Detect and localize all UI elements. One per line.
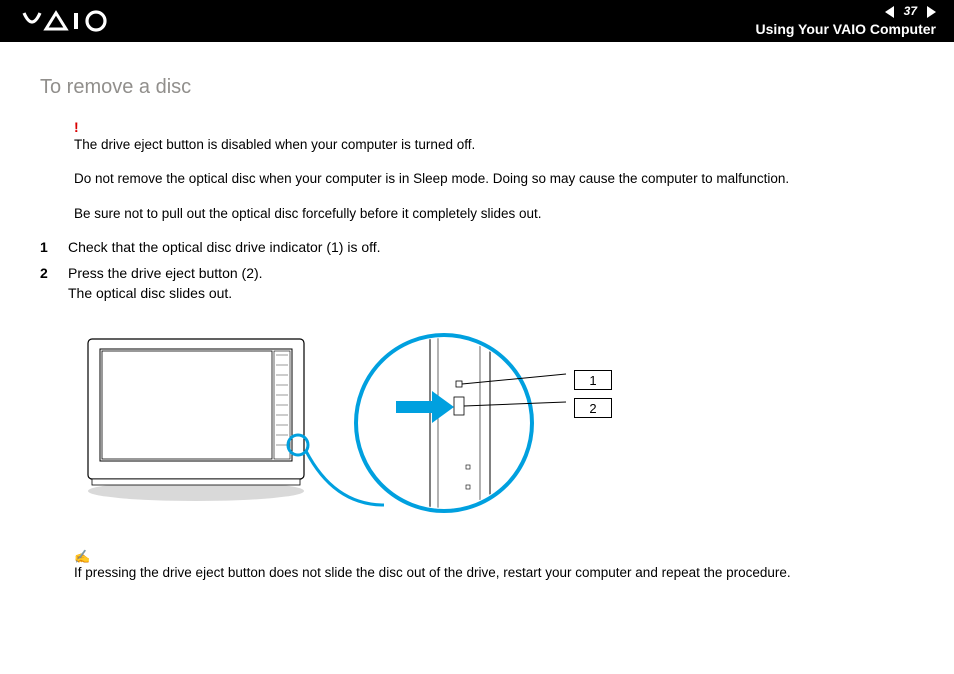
vaio-logo (22, 9, 132, 33)
diagram: 1 2 (74, 325, 914, 525)
step-text: Check that the optical disc drive indica… (68, 238, 381, 258)
zoom-circle (356, 333, 566, 513)
next-page-icon[interactable] (927, 6, 936, 18)
important-block: ! The drive eject button is disabled whe… (74, 117, 914, 224)
step-text: Press the drive eject button (2). The op… (68, 264, 263, 303)
callout-2: 2 (574, 398, 612, 418)
step-list: 1 Check that the optical disc drive indi… (40, 238, 914, 303)
page-content: To remove a disc ! The drive eject butto… (0, 42, 954, 584)
page-header: 37 Using Your VAIO Computer (0, 0, 954, 42)
step-item: 1 Check that the optical disc drive indi… (40, 238, 914, 258)
step-item: 2 Press the drive eject button (2). The … (40, 264, 914, 303)
important-line: Be sure not to pull out the optical disc… (74, 204, 914, 225)
important-line: Do not remove the optical disc when your… (74, 169, 914, 190)
header-right: 37 Using Your VAIO Computer (756, 4, 936, 37)
vaio-logo-svg (22, 9, 132, 33)
callout-stack: 1 2 (574, 370, 612, 418)
page-title: To remove a disc (40, 76, 914, 99)
section-title: Using Your VAIO Computer (756, 21, 936, 38)
note-text: If pressing the drive eject button does … (74, 563, 914, 584)
monitor-illustration (88, 339, 384, 505)
diagram-svg (74, 325, 614, 525)
callout-1: 1 (574, 370, 612, 390)
page-number: 37 (904, 4, 917, 18)
step-number: 1 (40, 238, 52, 258)
important-line: The drive eject button is disabled when … (74, 135, 914, 156)
page-nav: 37 (756, 4, 936, 18)
step-number: 2 (40, 264, 52, 303)
prev-page-icon[interactable] (885, 6, 894, 18)
